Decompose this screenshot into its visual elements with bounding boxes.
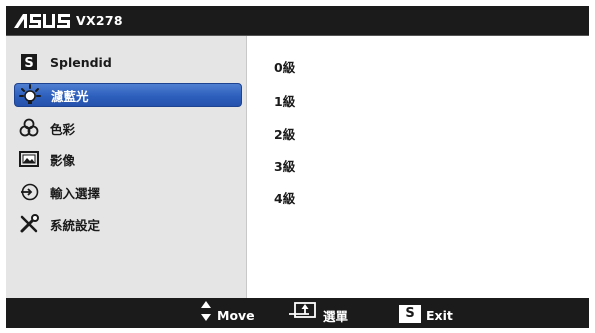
up-down-arrows-icon [200, 300, 212, 326]
menu-hint: 選單 [288, 298, 348, 328]
menu-label: 色彩 [50, 121, 76, 137]
splendid-s-icon: S [18, 51, 40, 73]
menu-item-color[interactable]: 色彩 [14, 116, 242, 140]
menu-item-blue-light-filter[interactable]: 濾藍光 [14, 83, 242, 107]
model-name: VX278 [76, 13, 123, 28]
move-hint: Move [200, 298, 255, 328]
asus-logo [14, 14, 70, 28]
menu-item-system-setup[interactable]: 系統設定 [14, 212, 242, 236]
option-level-2[interactable]: 2級 [274, 124, 295, 143]
input-arrow-icon [18, 181, 40, 203]
image-frame-icon [18, 148, 40, 170]
option-level-4[interactable]: 4級 [274, 188, 295, 207]
color-circles-icon [18, 117, 40, 139]
menu-item-splendid[interactable]: S Splendid [14, 50, 242, 74]
osd-window: VX278 S Splendid 濾藍光 色彩 影像 輸入選擇 系統設定 0級 … [6, 6, 589, 328]
menu-label: 濾藍光 [51, 88, 89, 104]
submenu-panel: 0級 1級 2級 3級 4級 [248, 36, 589, 298]
menu-label: Splendid [50, 54, 112, 70]
s-key-icon: S [399, 305, 421, 323]
option-level-0[interactable]: 0級 [274, 57, 295, 76]
menu-label: 輸入選擇 [50, 185, 101, 201]
move-label: Move [217, 307, 255, 323]
option-level-3[interactable]: 3級 [274, 156, 295, 175]
bulb-rays-icon [19, 84, 41, 106]
menu-label: 系統設定 [50, 217, 101, 233]
enter-key-icon [288, 301, 318, 325]
main-menu: S Splendid 濾藍光 色彩 影像 輸入選擇 系統設定 [6, 36, 247, 298]
menu-label: 影像 [50, 152, 76, 168]
exit-label: Exit [426, 307, 453, 323]
title-bar: VX278 [6, 6, 589, 36]
tools-icon [18, 213, 40, 235]
option-level-1[interactable]: 1級 [274, 91, 295, 110]
svg-text:S: S [24, 56, 33, 71]
menu-item-input-select[interactable]: 輸入選擇 [14, 180, 242, 204]
menu-label: 選單 [323, 308, 349, 324]
menu-item-image[interactable]: 影像 [14, 147, 242, 171]
exit-hint: S Exit [399, 298, 453, 328]
footer-bar: Move 選單 S Exit [6, 298, 589, 328]
